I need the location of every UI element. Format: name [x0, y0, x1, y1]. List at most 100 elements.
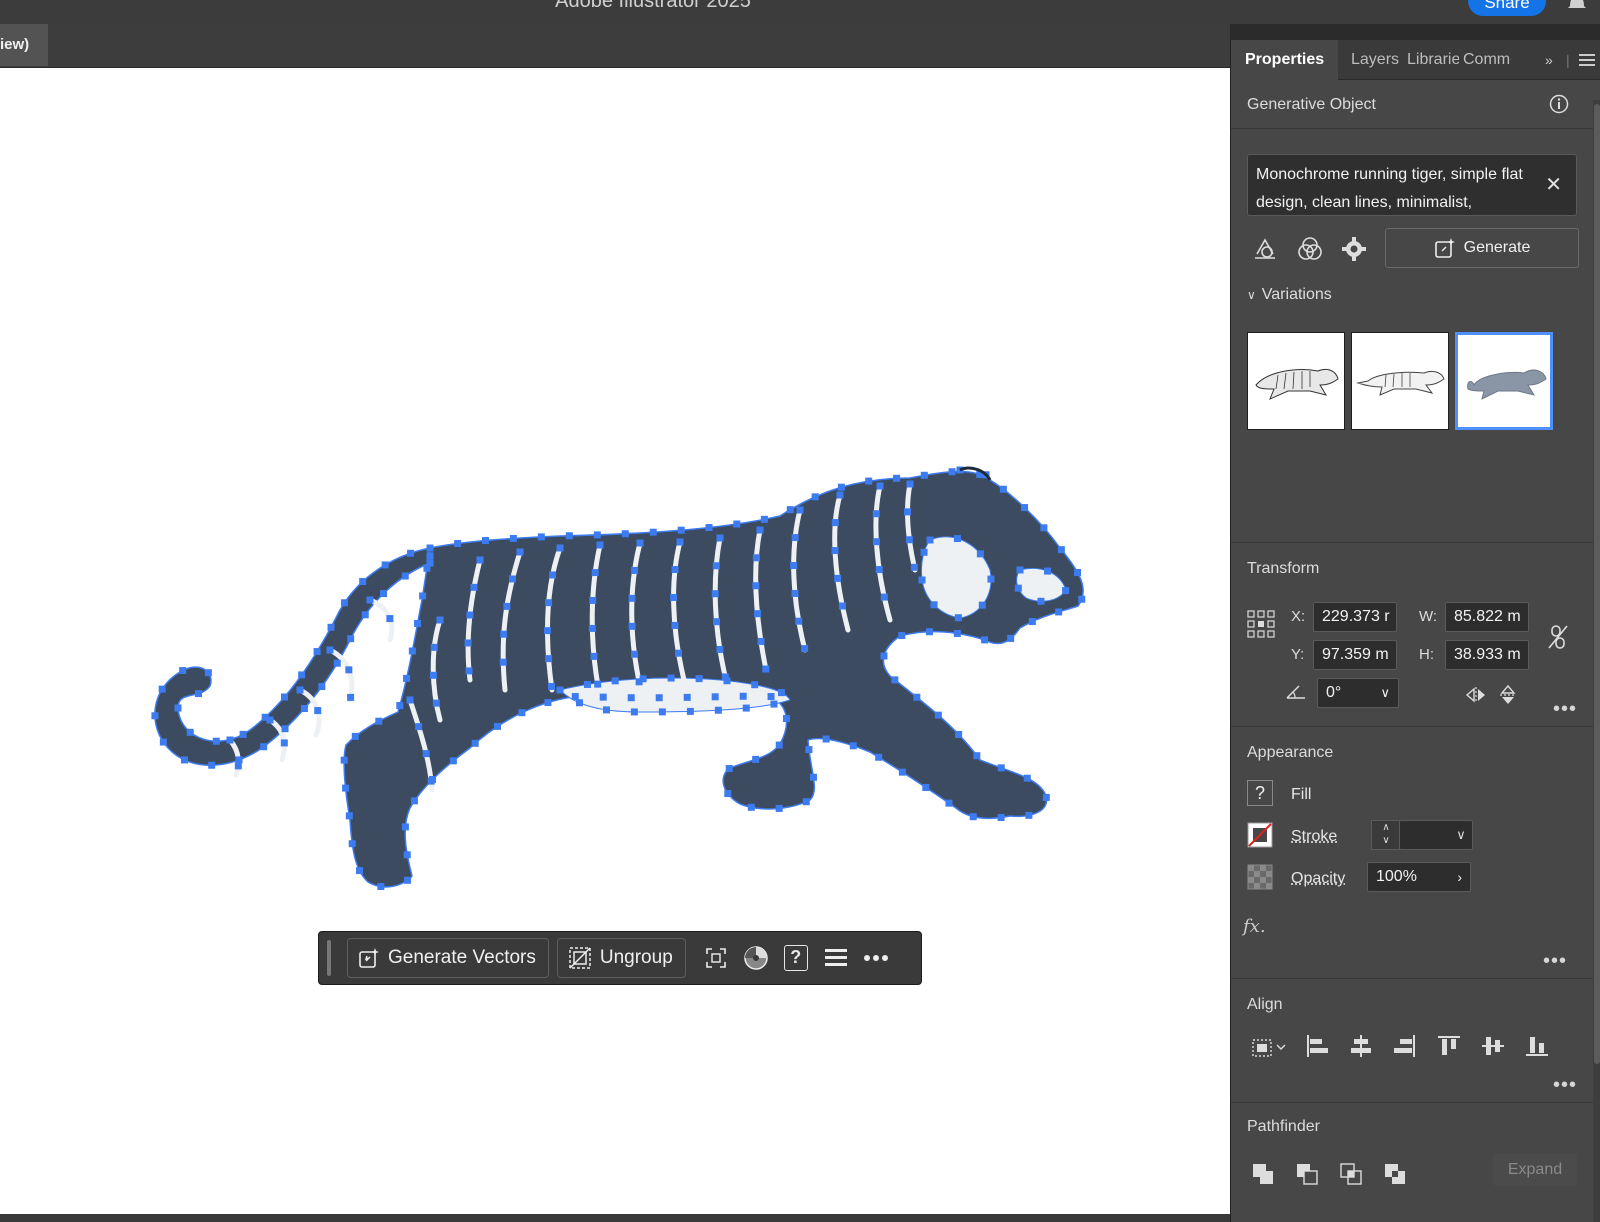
collapse-panel-icon[interactable]: »	[1545, 52, 1553, 68]
anchor-point[interactable]	[752, 756, 759, 763]
anchor-point[interactable]	[347, 694, 354, 701]
anchor-point[interactable]	[466, 667, 473, 674]
anchor-point[interactable]	[151, 712, 158, 719]
anchor-point[interactable]	[954, 630, 961, 637]
variations-header[interactable]: ∨ Variations	[1247, 286, 1332, 304]
anchor-point[interactable]	[433, 700, 440, 707]
anchor-point[interactable]	[622, 530, 629, 537]
anchor-point[interactable]	[987, 576, 994, 583]
anchor-point[interactable]	[748, 804, 755, 811]
anchor-point[interactable]	[768, 693, 775, 700]
anchor-point[interactable]	[761, 516, 768, 523]
anchor-point[interactable]	[1043, 794, 1050, 801]
color-options-icon[interactable]	[1297, 236, 1323, 262]
anchor-point[interactable]	[812, 493, 819, 500]
anchor-point[interactable]	[471, 584, 478, 591]
anchor-point[interactable]	[235, 762, 242, 769]
anchor-point[interactable]	[881, 594, 888, 601]
anchor-point[interactable]	[544, 699, 551, 706]
anchor-point[interactable]	[752, 582, 759, 589]
anchor-point[interactable]	[187, 729, 194, 736]
recolor-button[interactable]	[738, 938, 774, 978]
constrain-proportions-icon[interactable]	[1547, 624, 1569, 650]
prompt-field[interactable]: Monochrome running tiger, simple flat de…	[1247, 154, 1577, 216]
anchor-point[interactable]	[834, 575, 841, 582]
generate-vectors-button[interactable]: Generate Vectors	[347, 938, 549, 978]
anchor-point[interactable]	[352, 733, 359, 740]
anchor-point[interactable]	[628, 694, 635, 701]
align-horizontal-center-icon[interactable]	[1349, 1034, 1373, 1058]
help-button[interactable]: ?	[778, 938, 814, 978]
anchor-point[interactable]	[572, 693, 579, 700]
anchor-point[interactable]	[911, 564, 918, 571]
anchor-point[interactable]	[792, 534, 799, 541]
anchor-point[interactable]	[454, 540, 461, 547]
anchor-point[interactable]	[584, 681, 591, 688]
pathfinder-minus-front-icon[interactable]	[1295, 1162, 1319, 1186]
anchor-point[interactable]	[430, 672, 437, 679]
properties-menu-button[interactable]	[818, 938, 854, 978]
anchor-point[interactable]	[509, 575, 516, 582]
ungroup-button[interactable]: Ungroup	[557, 938, 686, 978]
align-bottom-icon[interactable]	[1525, 1034, 1549, 1058]
anchor-point[interactable]	[503, 603, 510, 610]
document-tab[interactable]: iew)	[0, 24, 48, 66]
anchor-point[interactable]	[1078, 596, 1085, 603]
anchor-point[interactable]	[684, 694, 691, 701]
anchor-point[interactable]	[545, 599, 552, 606]
anchor-point[interactable]	[301, 705, 308, 712]
bell-icon[interactable]	[1566, 0, 1588, 12]
fx-effects-icon[interactable]: fx.	[1243, 916, 1266, 937]
anchor-point[interactable]	[650, 529, 657, 536]
taskbar-grip[interactable]	[327, 940, 331, 976]
anchor-point[interactable]	[227, 737, 234, 744]
artboard-canvas[interactable]	[0, 68, 1230, 1214]
anchor-point[interactable]	[594, 681, 601, 688]
fill-swatch-icon[interactable]: ?	[1247, 780, 1273, 806]
align-more-options-icon[interactable]: •••	[1553, 1074, 1577, 1097]
anchor-point[interactable]	[838, 484, 845, 491]
anchor-point[interactable]	[922, 784, 929, 791]
anchor-point[interactable]	[778, 689, 785, 696]
anchor-point[interactable]	[415, 723, 422, 730]
anchor-point[interactable]	[267, 717, 274, 724]
anchor-point[interactable]	[538, 533, 545, 540]
anchor-point[interactable]	[427, 552, 434, 559]
anchor-point[interactable]	[706, 524, 713, 531]
anchor-point[interactable]	[349, 840, 356, 847]
anchor-point[interactable]	[282, 725, 289, 732]
anchor-point[interactable]	[594, 531, 601, 538]
rotate-input[interactable]: 0° ∨	[1317, 678, 1399, 708]
anchor-point[interactable]	[328, 624, 335, 631]
anchor-point[interactable]	[837, 492, 844, 499]
anchor-point[interactable]	[1000, 486, 1007, 493]
anchor-point[interactable]	[832, 519, 839, 526]
anchor-point[interactable]	[518, 709, 525, 716]
variation-thumbnail[interactable]	[1247, 332, 1345, 430]
anchor-point[interactable]	[850, 742, 857, 749]
anchor-point[interactable]	[935, 712, 942, 719]
anchor-point[interactable]	[656, 694, 663, 701]
anchor-point[interactable]	[722, 673, 729, 680]
anchor-point[interactable]	[1021, 504, 1028, 511]
w-input[interactable]: 85.822 m	[1445, 602, 1529, 632]
anchor-point[interactable]	[954, 535, 961, 542]
anchor-point[interactable]	[1040, 524, 1047, 531]
tab-libraries[interactable]: Libraries	[1407, 40, 1459, 80]
panel-scrollbar[interactable]	[1593, 100, 1600, 1222]
anchor-point[interactable]	[407, 550, 414, 557]
anchor-point[interactable]	[591, 653, 598, 660]
anchor-point[interactable]	[472, 740, 479, 747]
chevron-right-icon[interactable]: ›	[1457, 863, 1462, 891]
appearance-more-options-icon[interactable]: •••	[1543, 950, 1567, 973]
anchor-point[interactable]	[160, 739, 167, 746]
anchor-point[interactable]	[545, 655, 552, 662]
anchor-point[interactable]	[281, 694, 288, 701]
anchor-point[interactable]	[659, 708, 666, 715]
anchor-point[interactable]	[428, 778, 435, 785]
chevron-down-icon[interactable]: ∨	[1380, 679, 1390, 707]
anchor-point[interactable]	[913, 694, 920, 701]
anchor-point[interactable]	[753, 554, 760, 561]
anchor-point[interactable]	[672, 566, 679, 573]
anchor-point[interactable]	[341, 757, 348, 764]
